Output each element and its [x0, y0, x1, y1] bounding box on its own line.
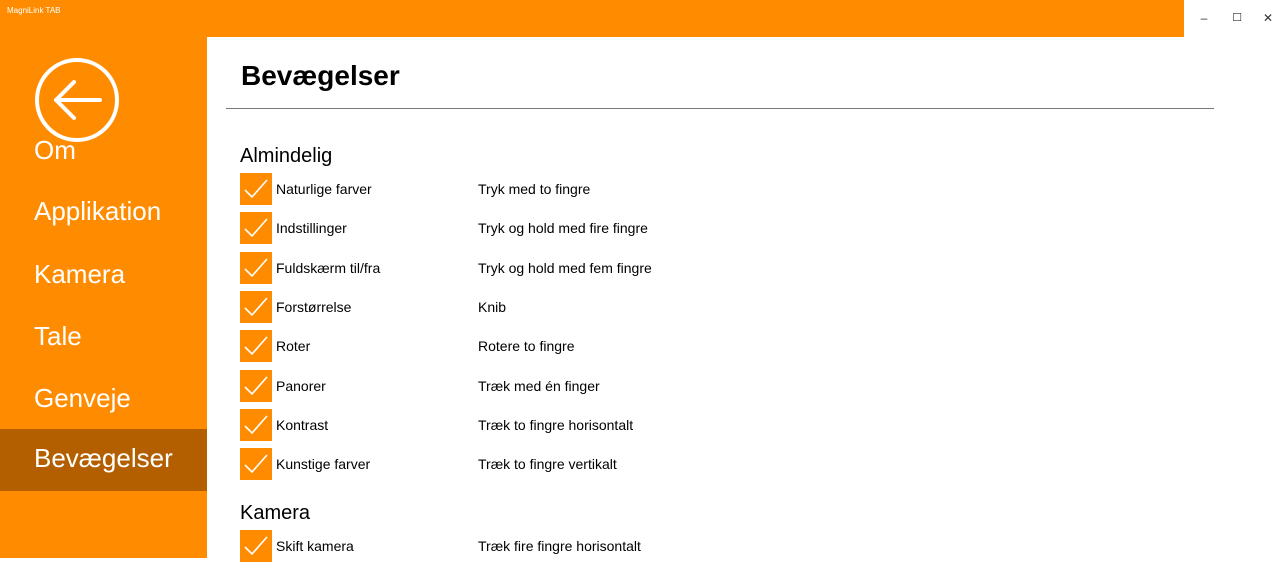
gesture-description: Tryk og hold med fire fingre — [478, 220, 648, 236]
gesture-description: Knib — [478, 299, 507, 315]
checkmark-icon — [244, 218, 268, 238]
gesture-label: Roter — [276, 338, 311, 354]
gesture-label: Skift kamera — [276, 538, 354, 554]
sidebar: Om Applikation Kamera Tale Genveje Bevægelser — [0, 37, 207, 558]
sidebar-item-bevægelser[interactable]: Bevægelser — [0, 429, 207, 491]
gesture-label: Naturlige farver — [276, 181, 372, 197]
gesture-row: Kunstige farver Træk to fingre vertikalt — [240, 448, 940, 480]
gesture-description: Træk med én finger — [478, 378, 600, 394]
gesture-checkbox[interactable] — [240, 370, 272, 402]
gesture-label: Forstørrelse — [276, 299, 352, 315]
gesture-checkbox[interactable] — [240, 212, 272, 244]
checkmark-icon — [244, 376, 268, 396]
checkmark-icon — [244, 536, 268, 556]
gesture-description: Rotere to fingre — [478, 338, 575, 354]
close-button[interactable]: ✕ — [1260, 11, 1276, 27]
gesture-description: Tryk og hold med fem fingre — [478, 260, 652, 276]
title-bar: MagniLink TAB – ☐ ✕ — [0, 0, 1277, 37]
gesture-row: Naturlige farver Tryk med to fingre — [240, 173, 940, 205]
window-controls: – ☐ ✕ — [1184, 0, 1277, 37]
checkmark-icon — [244, 454, 268, 474]
sidebar-item-label: Om — [34, 135, 76, 165]
gesture-checkbox[interactable] — [240, 173, 272, 205]
title-divider — [226, 108, 1214, 109]
sidebar-item-label: Bevægelser — [34, 443, 173, 473]
maximize-button[interactable]: ☐ — [1229, 11, 1245, 27]
gesture-description: Træk to fingre horisontalt — [478, 417, 634, 433]
gesture-row: Forstørrelse Knib — [240, 291, 940, 323]
gesture-description: Træk fire fingre horisontalt — [478, 538, 641, 554]
section-title: Kamera — [240, 502, 311, 524]
gesture-checkbox[interactable] — [240, 448, 272, 480]
sidebar-item-label: Applikation — [34, 196, 162, 226]
window-title: MagniLink TAB — [7, 6, 61, 15]
gesture-row: Indstillinger Tryk og hold med fire fingr… — [240, 212, 940, 244]
checkmark-icon — [244, 179, 268, 199]
sidebar-item-label: Kamera — [34, 259, 126, 289]
checkmark-icon — [244, 415, 268, 435]
gesture-row: Roter Rotere to fingre — [240, 330, 940, 362]
gesture-checkbox[interactable] — [240, 330, 272, 362]
gesture-row: Panorer Træk med én finger — [240, 370, 940, 402]
sidebar-item-tale[interactable]: Tale — [0, 307, 207, 369]
minimize-button[interactable]: – — [1196, 11, 1212, 27]
gesture-label: Indstillinger — [276, 220, 347, 236]
gesture-description: Træk to fingre vertikalt — [478, 456, 617, 472]
gesture-label: Kunstige farver — [276, 456, 371, 472]
gesture-row: Kontrast Træk to fingre horisontalt — [240, 409, 940, 441]
gesture-checkbox[interactable] — [240, 252, 272, 284]
section-title: Almindelig — [240, 145, 333, 167]
sidebar-item-applikation[interactable]: Applikation — [0, 182, 207, 244]
gesture-row: Skift kamera Træk fire fingre horisontalt — [240, 530, 940, 562]
title-bar-background: MagniLink TAB — [0, 0, 1184, 37]
sidebar-item-om[interactable]: Om — [0, 121, 207, 183]
checkmark-icon — [244, 336, 268, 356]
gesture-checkbox[interactable] — [240, 291, 272, 323]
page-title: Bevægelser — [241, 60, 400, 91]
checkmark-icon — [244, 258, 268, 278]
gesture-checkbox[interactable] — [240, 409, 272, 441]
gesture-label: Panorer — [276, 378, 326, 394]
gesture-row: Fuldskærm til/fra Tryk og hold med fem fi… — [240, 252, 940, 284]
gesture-checkbox[interactable] — [240, 530, 272, 562]
sidebar-item-label: Tale — [34, 321, 82, 351]
sidebar-item-label: Genveje — [34, 383, 131, 413]
sidebar-item-genveje[interactable]: Genveje — [0, 369, 207, 431]
checkmark-icon — [244, 297, 268, 317]
sidebar-item-kamera[interactable]: Kamera — [0, 245, 207, 307]
gesture-label: Kontrast — [276, 417, 329, 433]
gesture-description: Tryk med to fingre — [478, 181, 591, 197]
gesture-label: Fuldskærm til/fra — [276, 260, 381, 276]
